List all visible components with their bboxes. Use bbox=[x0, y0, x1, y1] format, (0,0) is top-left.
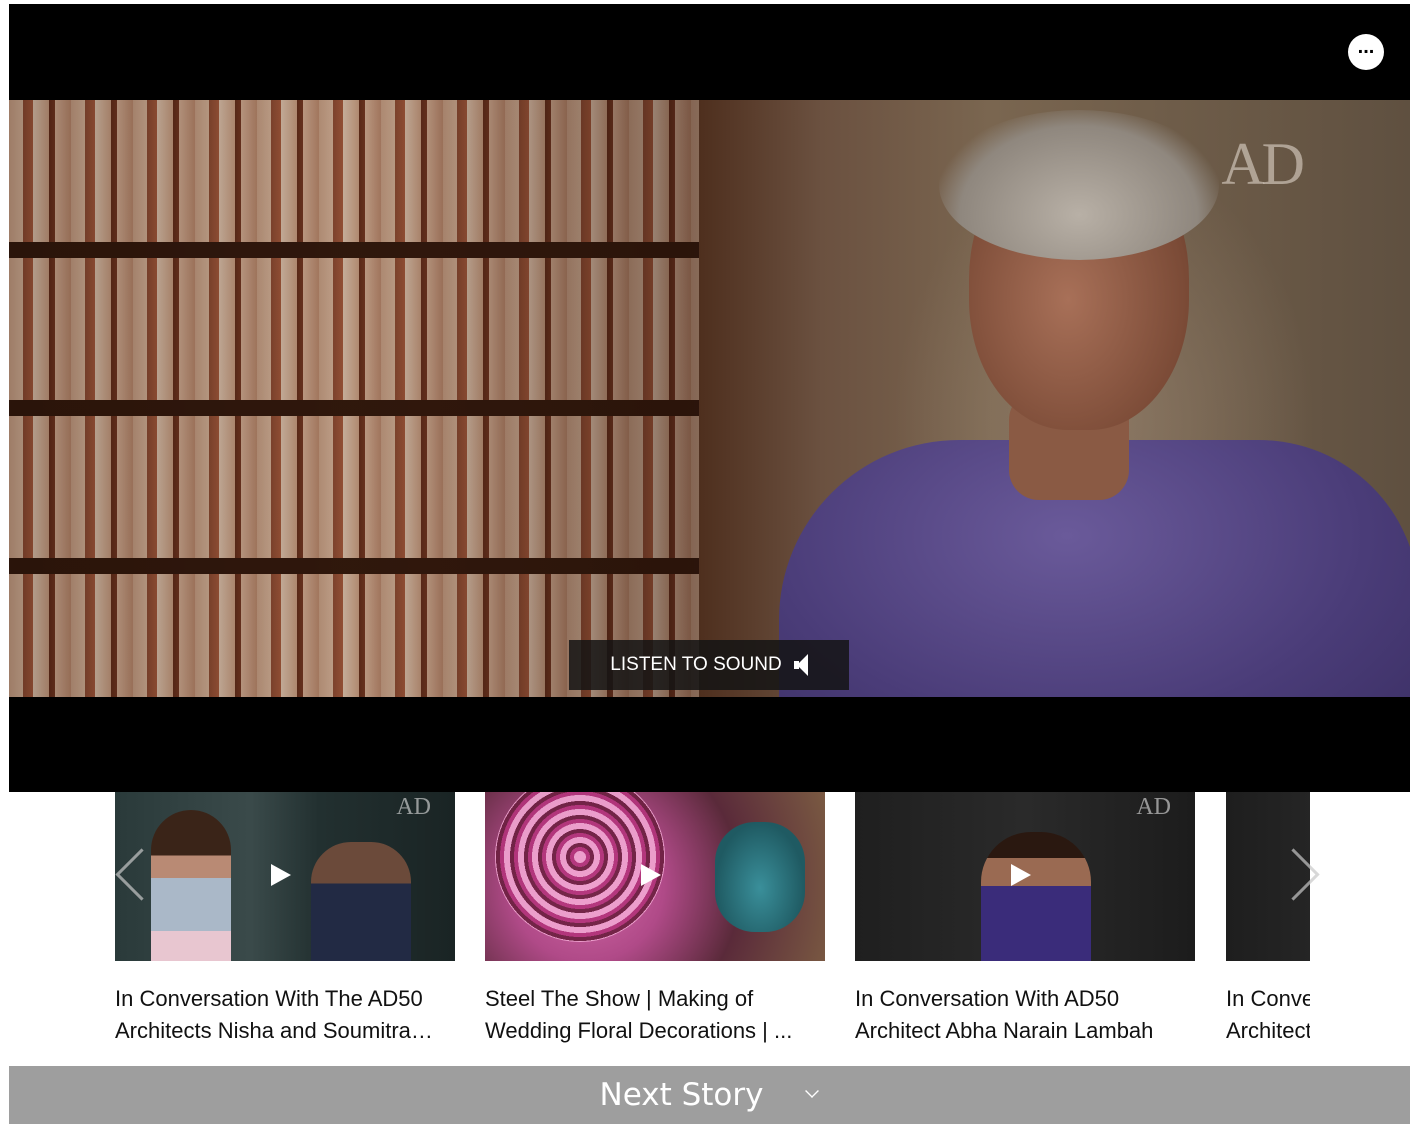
bookshelf-background bbox=[9, 100, 699, 697]
video-thumbnail[interactable] bbox=[485, 792, 825, 961]
video-card[interactable]: Steel The Show | Making of Wedding Flora… bbox=[485, 792, 825, 1047]
video-card-title[interactable]: In Conversation With AD50 Architect bbox=[1226, 983, 1310, 1047]
listen-to-sound-button[interactable]: LISTEN TO SOUND bbox=[569, 640, 849, 690]
video-card-title[interactable]: Steel The Show | Making of Wedding Flora… bbox=[485, 983, 825, 1047]
related-videos-carousel: AD In Conversation With The AD50 Archite… bbox=[9, 792, 1410, 1066]
video-card-title[interactable]: In Conversation With AD50 Architect Abha… bbox=[855, 983, 1195, 1047]
video-card[interactable]: In Conversation With AD50 Architect bbox=[1226, 792, 1310, 1047]
video-thumbnail[interactable]: AD bbox=[115, 792, 455, 961]
play-icon[interactable] bbox=[271, 864, 291, 886]
more-options-button[interactable]: ... bbox=[1348, 34, 1384, 70]
interviewee bbox=[739, 110, 1410, 697]
speaker-icon bbox=[793, 654, 808, 676]
sound-button-label: LISTEN TO SOUND bbox=[610, 654, 782, 675]
ad-logo-watermark: AD bbox=[1136, 794, 1171, 820]
play-icon[interactable] bbox=[641, 864, 661, 886]
carousel-next-arrow-icon[interactable] bbox=[1281, 844, 1321, 904]
carousel-prev-arrow-icon[interactable] bbox=[105, 844, 145, 904]
play-icon[interactable] bbox=[1011, 864, 1031, 886]
carousel-track: AD In Conversation With The AD50 Archite… bbox=[115, 792, 1310, 1066]
ad-logo-watermark: AD bbox=[1221, 131, 1305, 197]
video-card[interactable]: AD In Conversation With AD50 Architect A… bbox=[855, 792, 1195, 1047]
video-player[interactable]: AD ... LISTEN TO SOUND bbox=[9, 4, 1410, 792]
video-card[interactable]: AD In Conversation With The AD50 Archite… bbox=[115, 792, 455, 1047]
video-card-title[interactable]: In Conversation With The AD50 Architects… bbox=[115, 983, 455, 1047]
page-frame: AD ... LISTEN TO SOUND AD In Conversatio… bbox=[9, 4, 1410, 1124]
next-story-label: Next Story bbox=[599, 1077, 764, 1113]
ad-logo-watermark: AD bbox=[396, 794, 431, 820]
chevron-down-icon bbox=[805, 1084, 820, 1098]
video-frame[interactable]: AD bbox=[9, 100, 1410, 697]
next-story-button[interactable]: Next Story bbox=[9, 1066, 1410, 1124]
video-thumbnail[interactable]: AD bbox=[855, 792, 1195, 961]
